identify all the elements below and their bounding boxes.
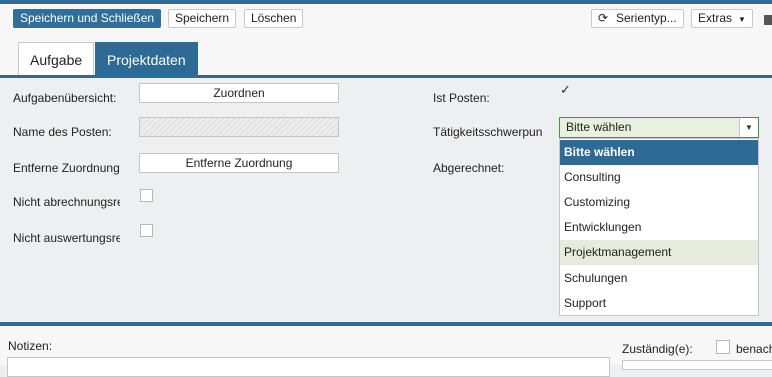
delete-button[interactable]: Löschen xyxy=(244,9,304,28)
is-item-label: Ist Posten: xyxy=(433,91,490,105)
notify-label: benach xyxy=(736,342,772,356)
save-button[interactable]: Speichern xyxy=(168,9,237,28)
assign-button[interactable]: Zuordnen xyxy=(139,83,339,103)
is-item-checkbox[interactable]: ✓ xyxy=(560,83,571,96)
remote-assignment-button-label: Entferne Zuordnung xyxy=(185,156,293,170)
dropdown-option[interactable]: Consulting xyxy=(560,165,758,190)
dropdown-option[interactable]: Bitte wählen xyxy=(560,140,758,165)
tab-projektdaten[interactable]: Projektdaten xyxy=(95,42,198,75)
focus-dropdown-list: Bitte wählen Consulting Customizing Entw… xyxy=(559,138,759,316)
delete-label: Löschen xyxy=(251,11,297,25)
tab-aufgabe[interactable]: Aufgabe xyxy=(18,42,95,75)
dropdown-option[interactable]: Schulungen xyxy=(560,266,758,291)
remote-assignment-button[interactable]: Entferne Zuordnung xyxy=(139,153,339,173)
notes-label: Notizen: xyxy=(8,339,53,353)
item-name-label: Name des Posten: xyxy=(13,125,112,139)
save-and-close-button[interactable]: Speichern und Schließen xyxy=(13,9,162,28)
responsible-label: Zuständig(e): xyxy=(622,342,693,356)
notes-textarea[interactable] xyxy=(7,357,610,377)
dropdown-option[interactable]: Entwicklungen xyxy=(560,215,758,240)
series-type-label: Serientyp... xyxy=(616,11,677,25)
overview-label: Aufgabenübersicht: xyxy=(13,91,117,105)
extras-label: Extras xyxy=(698,11,733,25)
responsible-field[interactable] xyxy=(622,360,772,370)
dropdown-option[interactable]: Customizing xyxy=(560,190,758,215)
tab-underline xyxy=(0,75,772,78)
refresh-icon: ⟳ xyxy=(598,11,609,25)
focus-select[interactable]: Bitte wählen ▼ xyxy=(559,117,759,138)
tab-aufgabe-label: Aufgabe xyxy=(30,52,83,68)
save-and-close-label: Speichern und Schließen xyxy=(20,11,155,25)
dropdown-option[interactable]: Projektmanagement xyxy=(560,240,758,265)
chevron-down-icon[interactable]: ▼ xyxy=(739,118,758,137)
not-billable-checkbox[interactable] xyxy=(140,189,153,202)
item-name-field xyxy=(139,117,339,137)
chevron-down-icon: ▼ xyxy=(738,15,746,24)
toolbar: Speichern und Schließen Speichern Lösche… xyxy=(0,4,772,34)
series-type-button[interactable]: ⟳ Serientyp... xyxy=(591,9,684,28)
focus-select-value: Bitte wählen xyxy=(566,120,632,134)
dropdown-option[interactable]: Support xyxy=(560,291,758,316)
tab-bar: Aufgabe Projektdaten xyxy=(0,33,772,76)
not-billable-label: Nicht abrechnungsre xyxy=(13,195,120,209)
not-evaluable-label: Nicht auswertungsre xyxy=(13,231,120,245)
remote-assignment-label: Entferne Zuordnung xyxy=(13,161,120,175)
tab-projektdaten-label: Projektdaten xyxy=(107,52,186,68)
notify-checkbox[interactable] xyxy=(716,340,730,354)
settled-label: Abgerechnet: xyxy=(433,161,505,175)
assign-button-label: Zuordnen xyxy=(213,86,265,100)
save-label: Speichern xyxy=(175,11,230,25)
print-icon[interactable] xyxy=(764,15,772,25)
focus-label: Tätigkeitsschwerpun xyxy=(433,125,543,139)
not-evaluable-checkbox[interactable] xyxy=(140,224,153,237)
extras-button[interactable]: Extras ▼ xyxy=(691,9,753,28)
